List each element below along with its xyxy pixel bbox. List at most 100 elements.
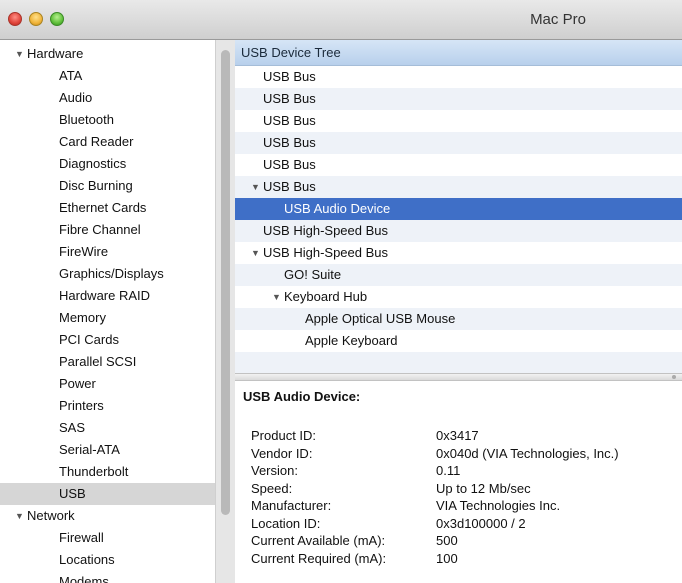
sidebar-item-firewall[interactable]: Firewall (0, 527, 215, 549)
sidebar-item-label: Printers (59, 398, 104, 413)
property-value: 500 (436, 533, 458, 548)
tree-row-label: USB Bus (263, 135, 316, 150)
sidebar-item-bluetooth[interactable]: Bluetooth (0, 109, 215, 131)
sidebar-item-power[interactable]: Power (0, 373, 215, 395)
property-row: Location ID: 0x3d100000 / 2 (235, 516, 682, 532)
property-value: 0.11 (436, 463, 461, 478)
sidebar-group-hardware[interactable]: ▼ Hardware (0, 43, 215, 65)
sidebar-item-thunderbolt[interactable]: Thunderbolt (0, 461, 215, 483)
property-value: Up to 12 Mb/sec (436, 480, 531, 496)
sidebar-item-label: Parallel SCSI (59, 354, 137, 369)
property-row: Product ID: 0x3417 (235, 428, 682, 444)
tree-row-usb-bus[interactable]: USB Bus (235, 110, 682, 132)
sidebar-item-label: Firewall (59, 530, 104, 545)
tree-row-usb-high-speed-bus[interactable]: USB High-Speed Bus (235, 220, 682, 242)
sidebar-item-pci-cards[interactable]: PCI Cards (0, 329, 215, 351)
tree-row-label: Apple Optical USB Mouse (305, 311, 456, 326)
tree-row-apple-optical-usb-mouse[interactable]: Apple Optical USB Mouse (235, 308, 682, 330)
sidebar-item-firewire[interactable]: FireWire (0, 241, 215, 263)
zoom-icon[interactable] (50, 12, 64, 26)
property-key: Vendor ID: (251, 445, 313, 461)
tree-row-usb-bus[interactable]: USB Bus (235, 132, 682, 154)
sidebar-item-label: Memory (59, 310, 106, 325)
sidebar-item-audio[interactable]: Audio (0, 87, 215, 109)
sidebar-item-diagnostics[interactable]: Diagnostics (0, 153, 215, 175)
sidebar-item-serial-ata[interactable]: Serial-ATA (0, 439, 215, 461)
tree-row-apple-keyboard[interactable]: Apple Keyboard (235, 330, 682, 352)
property-key: Location ID: (251, 515, 321, 531)
sidebar-item-hardware-raid[interactable]: Hardware RAID (0, 285, 215, 307)
window-title: Mac Pro (530, 11, 586, 28)
tree-row-label: USB High-Speed Bus (263, 223, 389, 238)
divider-grip-icon[interactable] (672, 375, 676, 379)
property-key: Version: (251, 463, 298, 478)
property-row: Version: 0.11 (235, 463, 682, 479)
tree-row-usb-bus[interactable]: USB Bus (235, 66, 682, 88)
property-value: 0x3d100000 / 2 (436, 515, 526, 531)
sidebar-item-graphics-displays[interactable]: Graphics/Displays (0, 263, 215, 285)
usb-device-tree: USB Device Tree USB Bus USB Bus USB Bus USB… (235, 40, 682, 373)
tree-row-label: USB Bus (263, 91, 316, 106)
sidebar-item-memory[interactable]: Memory (0, 307, 215, 329)
property-value: VIA Technologies Inc. (436, 498, 561, 513)
detail-title: USB Audio Device: (243, 389, 361, 404)
property-row: Vendor ID: 0x040d (VIA Technologies, Inc.… (235, 446, 682, 462)
sidebar-item-parallel-scsi[interactable]: Parallel SCSI (0, 351, 215, 373)
disclosure-triangle-icon[interactable]: ▼ (15, 43, 24, 65)
sidebar-item-label: Ethernet Cards (59, 200, 147, 215)
disclosure-triangle-icon[interactable]: ▼ (251, 176, 260, 198)
sidebar-item-label: Bluetooth (59, 112, 114, 127)
sidebar-group-network[interactable]: ▼ Network (0, 505, 215, 527)
sidebar-item-ata[interactable]: ATA (0, 65, 215, 87)
tree-row-usb-bus[interactable]: USB Bus (235, 88, 682, 110)
sidebar-item-label: Graphics/Displays (59, 266, 164, 281)
disclosure-triangle-icon[interactable]: ▼ (251, 242, 260, 264)
pane-divider[interactable] (235, 373, 682, 381)
sidebar-splitter[interactable] (215, 40, 235, 583)
sidebar-item-label: Disc Burning (59, 178, 133, 193)
title-bar: Mac Pro (0, 0, 682, 40)
property-key: Speed: (251, 480, 293, 496)
sidebar-item-label: Power (59, 376, 96, 391)
sidebar-item-label: Thunderbolt (59, 464, 129, 479)
sidebar-group-label: Network (27, 508, 75, 523)
sidebar-item-ethernet-cards[interactable]: Ethernet Cards (0, 197, 215, 219)
tree-row-label: Apple Keyboard (305, 333, 398, 348)
tree-row-label: USB Audio Device (284, 201, 391, 216)
sidebar-item-usb[interactable]: USB (0, 483, 215, 505)
tree-row-usb-bus[interactable]: ▼ USB Bus (235, 176, 682, 198)
close-icon[interactable] (8, 12, 22, 26)
tree-row-usb-bus[interactable]: USB Bus (235, 154, 682, 176)
tree-row-usb-high-speed-bus[interactable]: ▼ USB High-Speed Bus (235, 242, 682, 264)
tree-column-header[interactable]: USB Device Tree (235, 40, 682, 66)
property-value: 0x040d (VIA Technologies, Inc.) (436, 445, 619, 461)
sidebar-item-label: PCI Cards (59, 332, 119, 347)
sidebar-item-printers[interactable]: Printers (0, 395, 215, 417)
sidebar-item-label: USB (59, 486, 86, 501)
tree-row-usb-audio-device[interactable]: USB Audio Device (235, 198, 682, 220)
disclosure-triangle-icon[interactable]: ▼ (15, 505, 24, 527)
tree-row-go-suite[interactable]: GO! Suite (235, 264, 682, 286)
sidebar-item-label: Serial-ATA (59, 442, 120, 457)
property-key: Product ID: (251, 428, 317, 443)
tree-row-label: USB Bus (263, 179, 316, 194)
sidebar-scrollbar[interactable] (221, 50, 230, 515)
sidebar-item-locations[interactable]: Locations (0, 549, 215, 571)
sidebar-item-label: Audio (59, 90, 93, 105)
sidebar-item-modems[interactable]: Modems (0, 571, 215, 583)
property-key: Current Required (mA): (251, 550, 387, 566)
sidebar-item-sas[interactable]: SAS (0, 417, 215, 439)
tree-header-label: USB Device Tree (241, 45, 341, 60)
property-row: Current Required (mA): 100 (235, 551, 682, 567)
detail-pane: USB Audio Device: Product ID: 0x3417 Vendo… (235, 381, 682, 583)
tree-row-keyboard-hub[interactable]: ▼ Keyboard Hub (235, 286, 682, 308)
sidebar-item-disc-burning[interactable]: Disc Burning (0, 175, 215, 197)
minimize-icon[interactable] (29, 12, 43, 26)
property-row: Current Available (mA): 500 (235, 533, 682, 549)
disclosure-triangle-icon[interactable]: ▼ (272, 286, 281, 308)
sidebar-item-card-reader[interactable]: Card Reader (0, 131, 215, 153)
property-key: Current Available (mA): (251, 533, 386, 548)
tree-row-label: USB Bus (263, 69, 316, 84)
sidebar-item-label: Fibre Channel (59, 222, 141, 237)
sidebar-item-fibre-channel[interactable]: Fibre Channel (0, 219, 215, 241)
